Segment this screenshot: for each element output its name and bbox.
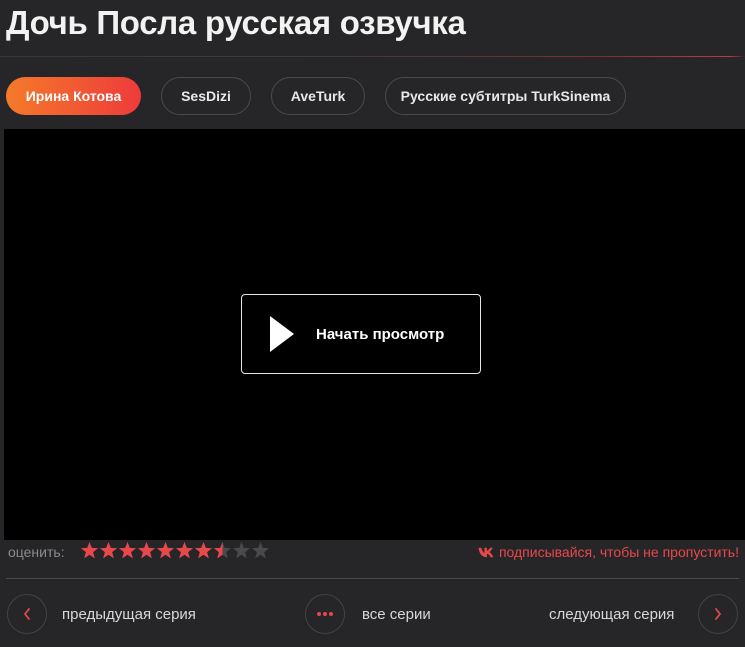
all-episodes-button[interactable] xyxy=(305,594,345,634)
rating-star-2[interactable] xyxy=(99,541,118,560)
rating-star-9[interactable] xyxy=(232,541,251,560)
next-episode-label[interactable]: следующая серия xyxy=(549,606,674,623)
tab-aveturk[interactable]: AveTurk xyxy=(271,77,365,115)
rating-star-4[interactable] xyxy=(137,541,156,560)
start-watching-label: Начать просмотр xyxy=(316,325,445,343)
prev-episode-label[interactable]: предыдущая серия xyxy=(62,606,196,623)
rating-label: оценить: xyxy=(8,544,65,560)
title-divider xyxy=(0,56,745,57)
tab-turksinema-subtitles[interactable]: Русские субтитры TurkSinema xyxy=(385,77,626,115)
prev-episode-button[interactable] xyxy=(7,594,47,634)
nav-divider xyxy=(6,578,739,579)
rating-star-6[interactable] xyxy=(175,541,194,560)
rating-star-1[interactable] xyxy=(80,541,99,560)
rating-row: оценить: подписывайся, чтобы не пропусти… xyxy=(0,540,745,564)
rating-star-8[interactable] xyxy=(213,541,232,560)
page-title: Дочь Посла русская озвучка xyxy=(6,4,466,41)
rating-star-3[interactable] xyxy=(118,541,137,560)
rating-stars[interactable] xyxy=(80,541,270,560)
rating-star-10[interactable] xyxy=(251,541,270,560)
vk-subscribe-text: подписывайся, чтобы не пропустить! xyxy=(498,544,739,560)
vk-subscribe-link[interactable]: подписывайся, чтобы не пропустить! xyxy=(478,544,739,560)
play-icon xyxy=(270,316,294,352)
video-player[interactable]: Начать просмотр xyxy=(4,129,745,540)
dubbing-tabs: Ирина Котова SesDizi AveTurk Русские суб… xyxy=(0,77,745,115)
rating-star-5[interactable] xyxy=(156,541,175,560)
tab-sesdizi[interactable]: SesDizi xyxy=(161,77,251,115)
chevron-left-icon xyxy=(22,607,32,621)
next-episode-button[interactable] xyxy=(698,594,738,634)
all-episodes-label[interactable]: все серии xyxy=(362,606,431,623)
tab-irina-kotova[interactable]: Ирина Котова xyxy=(6,77,141,115)
episode-navigation: предыдущая серия все серии следующая сер… xyxy=(0,594,745,636)
start-watching-button[interactable]: Начать просмотр xyxy=(241,294,481,374)
more-dots-icon xyxy=(316,611,334,617)
vk-icon xyxy=(478,547,495,558)
rating-star-7[interactable] xyxy=(194,541,213,560)
chevron-right-icon xyxy=(713,607,723,621)
